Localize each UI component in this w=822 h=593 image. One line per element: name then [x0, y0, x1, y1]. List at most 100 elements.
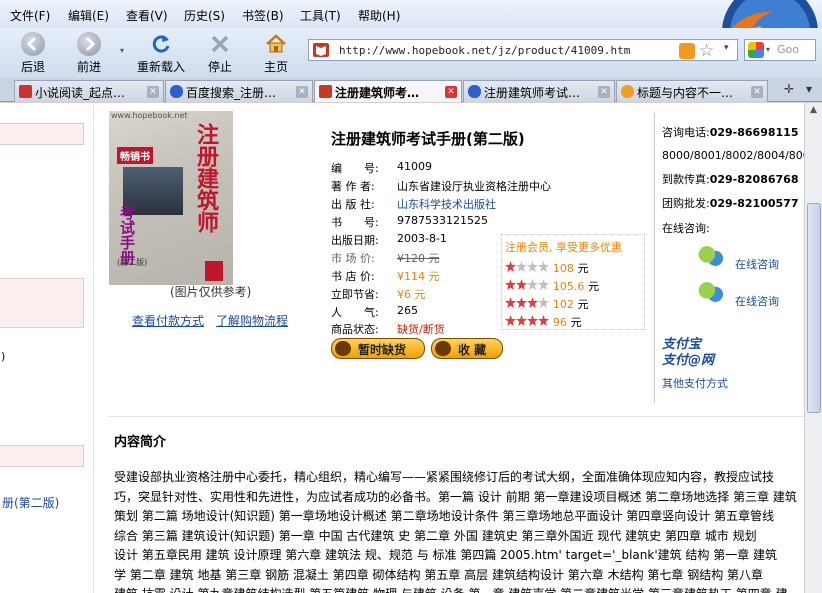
- url-text[interactable]: http://www.hopebook.net/jz/product/41009…: [339, 44, 630, 57]
- tab-favicon-icon: [319, 85, 332, 98]
- field-label-author: 著 作 者:: [331, 180, 375, 193]
- field-label-status: 商品状态:: [331, 323, 379, 336]
- menu-bar: 文件(F) 编辑(E) 查看(V) 历史(S) 书签(B) 工具(T) 帮助(H…: [0, 0, 822, 28]
- star-icon: [516, 279, 527, 290]
- tab-current[interactable]: 注册建筑师考… ✕: [314, 80, 462, 102]
- member-unit: 元: [588, 280, 600, 293]
- phone-line: 咨询电话:029-86698115: [662, 124, 798, 140]
- member-price: 108: [552, 262, 574, 275]
- payment-methods-link[interactable]: 查看付款方式: [132, 312, 204, 329]
- scrollbar-thumb[interactable]: [807, 203, 821, 413]
- tab-novel[interactable]: 小说阅读_起点… ✕: [14, 80, 164, 102]
- member-row-1: 108 元: [505, 260, 589, 276]
- out-of-stock-button[interactable]: 暂时缺货: [331, 338, 425, 359]
- site-favicon-icon: [313, 43, 329, 57]
- online-chat-link-1[interactable]: 在线咨询: [735, 256, 779, 272]
- group-value: 029-82100577: [709, 197, 799, 210]
- field-label-isbn: 书 号:: [331, 216, 379, 229]
- sidebar-book-link[interactable]: 册(第二版): [2, 494, 59, 511]
- stop-label: 停止: [207, 60, 232, 74]
- online-chat-link-2[interactable]: 在线咨询: [735, 293, 779, 309]
- member-price: 105.6: [552, 280, 585, 293]
- chat-person-icon[interactable]: [695, 280, 729, 306]
- bookmark-star-icon[interactable]: ☆: [699, 41, 714, 61]
- menu-view[interactable]: 查看(V): [126, 7, 168, 24]
- reload-button[interactable]: 重新载入: [131, 32, 191, 75]
- new-tab-icon[interactable]: ✛: [784, 82, 794, 96]
- intro-line: 综合 第三篇 建筑设计(知识题) 第一章 中国 古代建筑 史 第二章 外国 建筑…: [114, 528, 757, 543]
- member-row-2: 105.6 元: [505, 278, 599, 294]
- field-label-pop: 人 气:: [331, 306, 379, 319]
- back-arrow-icon: [21, 32, 45, 56]
- tab-close-icon[interactable]: ✕: [598, 86, 610, 98]
- member-price: 102: [552, 298, 574, 311]
- favorite-label: 收 藏: [458, 343, 487, 357]
- menu-help[interactable]: 帮助(H): [358, 7, 400, 24]
- forward-label: 前进: [76, 60, 101, 74]
- star-icon: [505, 315, 516, 326]
- star-icon: [538, 315, 549, 326]
- field-label-date: 出版日期:: [331, 234, 379, 247]
- star-icon: [538, 279, 549, 290]
- member-row-4: 96 元: [505, 314, 582, 330]
- star-icon: [527, 261, 538, 272]
- menu-bookmarks[interactable]: 书签(B): [242, 7, 284, 24]
- search-box[interactable]: ▾ Goo: [744, 39, 816, 61]
- menu-file[interactable]: 文件(F): [10, 7, 50, 24]
- alipay-logo[interactable]: 支付宝 支付@网: [662, 333, 742, 368]
- tab-list-icon[interactable]: ▾: [806, 82, 812, 96]
- menu-edit[interactable]: 编辑(E): [68, 7, 109, 24]
- book-cover-image[interactable]: www.hopebook.net 畅销书 注册建筑师 考试手册 (第二版): [109, 111, 233, 285]
- tab-close-icon[interactable]: ✕: [445, 86, 457, 98]
- left-sidebar: ) 册(第二版): [0, 103, 95, 593]
- book-title: 注册建筑师考试手册(第二版): [331, 130, 525, 148]
- baidu-paw-icon: [170, 85, 183, 98]
- field-label-publisher: 出 版 社:: [331, 198, 375, 211]
- chat-person-icon[interactable]: [695, 244, 729, 270]
- back-button[interactable]: 后退: [8, 32, 58, 75]
- star-icon: [527, 315, 538, 326]
- field-label-store: 书 店 价:: [331, 270, 375, 283]
- intro-line: 受建设部执业资格注册中心委托，精心组织，精心编写——紧紧围绕修订后的考试大纲，全…: [114, 470, 775, 484]
- star-icon: [527, 279, 538, 290]
- favorite-button[interactable]: 收 藏: [431, 338, 503, 359]
- menu-history[interactable]: 历史(S): [184, 7, 225, 24]
- field-value-isbn: 9787533121525: [397, 214, 488, 227]
- search-engine-dropdown-icon[interactable]: ▾: [766, 45, 770, 54]
- scroll-up-icon[interactable]: ▲: [810, 105, 817, 115]
- cover-site-text: www.hopebook.net: [111, 111, 188, 120]
- fax-label: 到款传真:: [662, 173, 710, 186]
- tab-baidu[interactable]: 百度搜索_注册… ✕: [165, 80, 313, 102]
- tab-title-mismatch[interactable]: 标题与内容不一… ✕: [616, 80, 768, 102]
- menu-tools[interactable]: 工具(T): [300, 7, 341, 24]
- tab-close-icon[interactable]: ✕: [147, 86, 159, 98]
- publisher-link[interactable]: 山东科学技术出版社: [397, 196, 496, 212]
- fax-value: 029-82086768: [709, 173, 799, 186]
- favorite-icon: [435, 341, 451, 356]
- forward-button[interactable]: 前进: [64, 32, 114, 75]
- field-value-date: 2003-8-1: [397, 232, 447, 245]
- search-engine-icon[interactable]: [748, 42, 764, 58]
- section-divider: [108, 416, 804, 417]
- rss-feed-icon[interactable]: [679, 43, 695, 59]
- purchase-process-link[interactable]: 了解购物流程: [216, 312, 288, 329]
- vertical-scrollbar[interactable]: ▲: [804, 103, 822, 593]
- home-button[interactable]: 主页: [251, 32, 301, 75]
- star-icon: [516, 315, 527, 326]
- contact-box: 咨询电话:029-86698115 8000/8001/8002/8004/80…: [654, 113, 804, 403]
- search-input[interactable]: Goo: [777, 43, 799, 56]
- stop-button[interactable]: 停止: [195, 32, 245, 75]
- member-unit: 元: [577, 298, 589, 311]
- tab-close-icon[interactable]: ✕: [751, 86, 763, 98]
- url-bar[interactable]: http://www.hopebook.net/jz/product/41009…: [308, 39, 738, 61]
- intro-text: 受建设部执业资格注册中心委托，精心组织，精心编写——紧紧围绕修订后的考试大纲，全…: [114, 468, 804, 593]
- tab-close-icon[interactable]: ✕: [296, 86, 308, 98]
- tab-baidu-2[interactable]: 注册建筑师考试… ✕: [463, 80, 615, 102]
- other-payment-link[interactable]: 其他支付方式: [662, 375, 728, 391]
- alipay-line-2: 支付@网: [662, 353, 715, 368]
- intro-heading: 内容简介: [114, 435, 167, 450]
- history-dropdown-icon[interactable]: ▾: [120, 46, 124, 55]
- stop-icon: [208, 32, 232, 56]
- fax-line: 到款传真:029-82086768: [662, 171, 798, 187]
- url-dropdown-icon[interactable]: ▾: [724, 43, 729, 53]
